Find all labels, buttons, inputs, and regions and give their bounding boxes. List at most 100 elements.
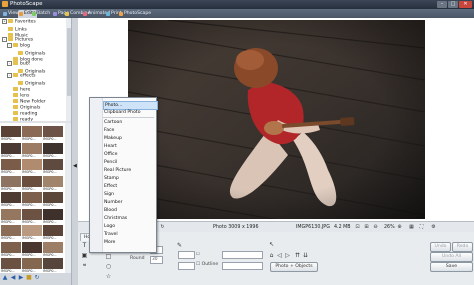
expand-toggle-icon[interactable]: - — [7, 73, 12, 78]
minimize-icon[interactable]: – — [437, 1, 447, 8]
folder-tree[interactable]: + Favorites Links Music - Pictures - blog Origin… — [0, 18, 69, 121]
fill-checkbox[interactable]: ☐ — [196, 251, 200, 257]
scrollbar-thumb[interactable] — [66, 28, 71, 96]
style-dropdown[interactable] — [222, 251, 263, 259]
collapse-arrow-icon[interactable]: ◀ — [73, 163, 77, 170]
thumbnail[interactable]: IMGP0... — [22, 225, 42, 243]
menu-item-makeup[interactable]: Makeup — [103, 135, 156, 142]
thumbnail-image — [22, 258, 42, 269]
thumbnail-image — [22, 159, 42, 170]
rotate-right-icon[interactable]: ↻ — [159, 224, 166, 231]
menu-item-number[interactable]: Number — [103, 199, 156, 206]
home-icon[interactable]: ⌂ — [268, 252, 275, 259]
back-icon[interactable]: ◀ — [10, 275, 16, 281]
thumbnail[interactable]: IMGP0... — [1, 192, 21, 210]
thumbnail-grid[interactable]: IMGP0... IMGP0... IMGP0... IMGP0... IMGP0...… — [0, 123, 71, 273]
menu-item-clipboard-photo[interactable]: Clipboard Photo — [103, 109, 156, 116]
thumbnail[interactable]: IMGP0... — [1, 126, 21, 144]
eyedropper-icon[interactable]: ✎ — [176, 242, 183, 249]
expand-toggle-icon[interactable]: - — [2, 37, 7, 42]
thumbnail[interactable]: IMGP0... — [22, 241, 42, 260]
prev-object-icon[interactable]: ◁ — [276, 252, 283, 259]
folder-icon[interactable]: ■ — [26, 275, 32, 281]
thumbnail[interactable]: IMGP0... — [22, 142, 42, 161]
round-field[interactable]: 30 — [150, 256, 163, 264]
menu-item-more[interactable]: More — [103, 239, 156, 246]
menu-item-sign[interactable]: Sign — [103, 191, 156, 198]
star-tool-icon[interactable]: ☆ — [105, 273, 112, 280]
tab-photoscape[interactable]: PhotoScape — [118, 10, 151, 18]
thumbnail[interactable]: IMGP0... — [1, 225, 21, 243]
thumbnail[interactable]: IMGP0... — [1, 241, 21, 260]
thumbnail[interactable]: IMGP0... — [43, 142, 63, 161]
menu-item-office[interactable]: Office — [103, 151, 156, 158]
tree-node[interactable]: ready — [7, 115, 33, 121]
thumbnail[interactable]: IMGP0... — [43, 159, 63, 177]
thumbnail[interactable]: IMGP0... — [22, 192, 42, 210]
edited-photo[interactable] — [128, 20, 425, 219]
expand-toggle-icon[interactable]: - — [7, 43, 12, 48]
fit-window-icon[interactable]: ⊡ — [354, 224, 361, 231]
thumbnail[interactable]: IMGP0... — [43, 225, 63, 243]
thumbnail[interactable]: IMGP0... — [1, 175, 21, 194]
thumbnail-image — [1, 192, 21, 203]
menu-item-blood[interactable]: Blood — [103, 207, 156, 214]
next-object-icon[interactable]: ▷ — [284, 252, 291, 259]
rectangle-tool-icon[interactable]: □ — [105, 253, 112, 260]
expand-toggle-icon[interactable]: + — [2, 19, 7, 24]
photo-objects-button[interactable]: Photo + Objects — [270, 262, 318, 272]
forward-icon[interactable]: ▶ — [18, 275, 24, 281]
color-swatch[interactable] — [178, 251, 195, 259]
outline-style-dropdown[interactable] — [222, 262, 263, 270]
menu-item-cartoon[interactable]: Cartoon — [103, 119, 156, 126]
menu-item-stamp[interactable]: Stamp — [103, 175, 156, 182]
fullscreen-icon[interactable]: ⛶ — [418, 224, 425, 231]
thumbnail-image — [43, 126, 63, 137]
thumbnail[interactable]: IMGP0... — [1, 159, 21, 177]
redo-button[interactable]: Redo — [452, 242, 473, 252]
thumbnail[interactable]: IMGP0... — [22, 159, 42, 177]
thumbnail[interactable]: IMGP0... — [22, 126, 42, 144]
close-icon[interactable]: ✕ — [459, 1, 472, 8]
compare-icon[interactable]: ▦ — [408, 224, 415, 231]
folder-icon — [13, 73, 18, 77]
menu-item-logo[interactable]: Logo — [103, 223, 156, 230]
thumbnail[interactable]: IMGP0... — [1, 142, 21, 161]
thumbnail[interactable]: IMGP0... — [22, 208, 42, 227]
layer-up-icon[interactable]: ⇈ — [294, 252, 301, 259]
menu-item-real-picture[interactable]: Real Picture — [103, 167, 156, 174]
folder-up-icon[interactable]: ▲ — [2, 275, 8, 281]
outline-color-swatch[interactable] — [178, 262, 195, 270]
save-button[interactable]: Save — [430, 262, 473, 272]
thumbnail[interactable]: IMGP0... — [1, 208, 21, 227]
menu-item-christmas[interactable]: Christmas — [103, 215, 156, 222]
thumbnail[interactable]: IMGP0... — [43, 175, 63, 194]
thumbnail-caption: IMGP0... — [1, 170, 15, 174]
thumbnail[interactable]: IMGP0... — [43, 126, 63, 144]
undo-all-button[interactable]: Undo All — [430, 252, 473, 262]
menu-item-effect[interactable]: Effect — [103, 183, 156, 190]
actual-size-icon[interactable]: ⊞ — [363, 224, 370, 231]
zoom-out-icon[interactable]: ⊖ — [372, 224, 379, 231]
menu-item-heart[interactable]: Heart — [103, 143, 156, 150]
text-tool-icon[interactable]: T — [81, 242, 88, 249]
outline-checkbox-row[interactable]: ☐ Outline — [196, 262, 218, 268]
menu-item-pencil[interactable]: Pencil — [103, 159, 156, 166]
pointer-tool-icon[interactable]: ↖ — [268, 241, 275, 248]
thumbnail[interactable]: IMGP0... — [43, 192, 63, 210]
thumbnail[interactable]: IMGP0... — [22, 175, 42, 194]
maximize-icon[interactable]: □ — [448, 1, 458, 8]
circle-tool-icon[interactable]: ○ — [105, 263, 112, 270]
expand-toggle-icon[interactable]: - — [7, 61, 12, 66]
layer-down-icon[interactable]: ⇊ — [302, 252, 309, 259]
undo-button[interactable]: Undo — [430, 242, 451, 252]
photo-object-icon[interactable]: ▣ — [81, 252, 88, 259]
menu-item-face[interactable]: Face — [103, 127, 156, 134]
zoom-in-icon[interactable]: ⊕ — [396, 224, 403, 231]
thumbnail[interactable]: IMGP0... — [43, 241, 63, 260]
thumbnail[interactable]: IMGP0... — [43, 208, 63, 227]
refresh-icon[interactable]: ↻ — [34, 275, 40, 281]
options-icon[interactable]: ⚙ — [430, 224, 437, 231]
quote-icon[interactable]: ❝ — [81, 263, 88, 270]
menu-item-travel[interactable]: Travel — [103, 231, 156, 238]
